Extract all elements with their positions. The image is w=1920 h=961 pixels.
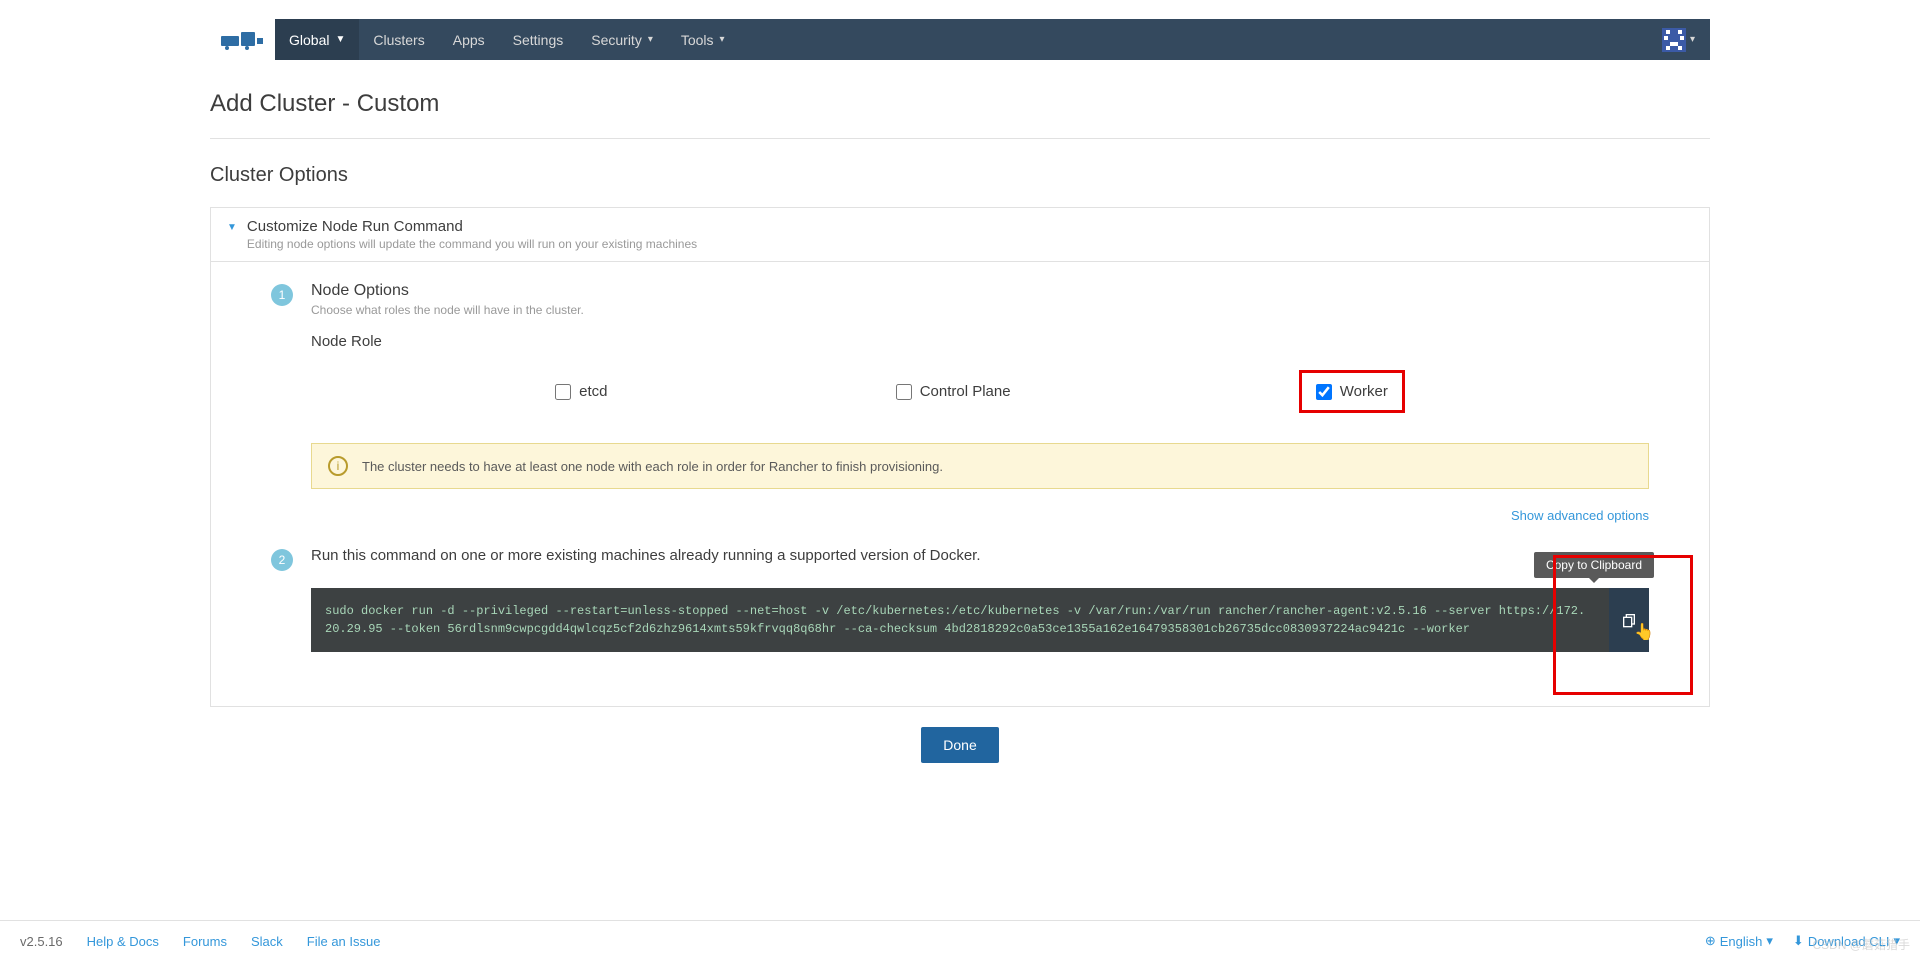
- language-selector[interactable]: ⊕ English ▾: [1705, 933, 1773, 949]
- customize-node-panel: ▼ Customize Node Run Command Editing nod…: [210, 207, 1710, 707]
- file-issue-link[interactable]: File an Issue: [307, 934, 381, 949]
- role-control-plane[interactable]: Control Plane: [896, 370, 1011, 413]
- nav-global[interactable]: Global▼: [275, 19, 359, 60]
- panel-header[interactable]: ▼ Customize Node Run Command Editing nod…: [211, 208, 1709, 262]
- info-icon: i: [328, 456, 348, 476]
- forums-link[interactable]: Forums: [183, 934, 227, 949]
- footer: v2.5.16 Help & Docs Forums Slack File an…: [0, 920, 1920, 961]
- help-docs-link[interactable]: Help & Docs: [87, 934, 159, 949]
- nav-security[interactable]: Security▾: [577, 19, 667, 60]
- alert-text: The cluster needs to have at least one n…: [362, 459, 943, 474]
- disclosure-triangle-icon: ▼: [227, 222, 237, 233]
- node-role-label: Node Role: [311, 333, 1649, 350]
- nav-settings[interactable]: Settings: [499, 19, 578, 60]
- section-title: Cluster Options: [210, 139, 1710, 207]
- page-title: Add Cluster - Custom: [210, 60, 1710, 139]
- user-avatar-icon: [1662, 28, 1686, 52]
- globe-icon: ⊕: [1705, 933, 1716, 949]
- docker-command[interactable]: sudo docker run -d --privileged --restar…: [311, 588, 1649, 652]
- chevron-down-icon: ▼: [335, 34, 345, 45]
- role-worker[interactable]: Worker: [1316, 383, 1388, 400]
- step-2: 2 Run this command on one or more existi…: [271, 547, 1649, 652]
- control-plane-checkbox[interactable]: [896, 384, 912, 400]
- version-label: v2.5.16: [20, 934, 63, 949]
- chevron-down-icon: ▾: [648, 34, 653, 45]
- step-1: 1 Node Options Choose what roles the nod…: [271, 282, 1649, 523]
- etcd-checkbox[interactable]: [555, 384, 571, 400]
- panel-title: Customize Node Run Command: [247, 218, 697, 235]
- download-icon: ⬇: [1793, 933, 1804, 949]
- chevron-down-icon: ▾: [1766, 933, 1773, 949]
- show-advanced-link[interactable]: Show advanced options: [1511, 508, 1649, 523]
- chevron-down-icon: ▾: [1690, 34, 1695, 45]
- panel-subtitle: Editing node options will update the com…: [247, 237, 697, 251]
- nav-apps[interactable]: Apps: [439, 19, 499, 60]
- step-2-text: Run this command on one or more existing…: [311, 547, 1649, 564]
- worker-highlight-box: Worker: [1299, 370, 1405, 413]
- step-2-badge: 2: [271, 549, 293, 571]
- nav-clusters[interactable]: Clusters: [359, 19, 438, 60]
- copy-to-clipboard-button[interactable]: [1609, 588, 1649, 652]
- rancher-logo[interactable]: [210, 19, 275, 60]
- clipboard-icon: [1621, 612, 1637, 628]
- step-1-title: Node Options: [311, 282, 1649, 300]
- slack-link[interactable]: Slack: [251, 934, 283, 949]
- worker-checkbox[interactable]: [1316, 384, 1332, 400]
- role-etcd[interactable]: etcd: [555, 370, 607, 413]
- nav-user-menu[interactable]: ▾: [1662, 28, 1710, 52]
- nav-tools[interactable]: Tools▾: [667, 19, 739, 60]
- watermark: CSDN @蘑菇猎手: [1812, 936, 1910, 953]
- copy-tooltip: Copy to Clipboard: [1534, 552, 1654, 578]
- top-navbar: Global▼ Clusters Apps Settings Security▾…: [210, 19, 1710, 60]
- step-1-subtitle: Choose what roles the node will have in …: [311, 303, 1649, 317]
- step-1-badge: 1: [271, 284, 293, 306]
- provisioning-alert: i The cluster needs to have at least one…: [311, 443, 1649, 489]
- chevron-down-icon: ▾: [720, 34, 725, 45]
- done-button[interactable]: Done: [921, 727, 998, 763]
